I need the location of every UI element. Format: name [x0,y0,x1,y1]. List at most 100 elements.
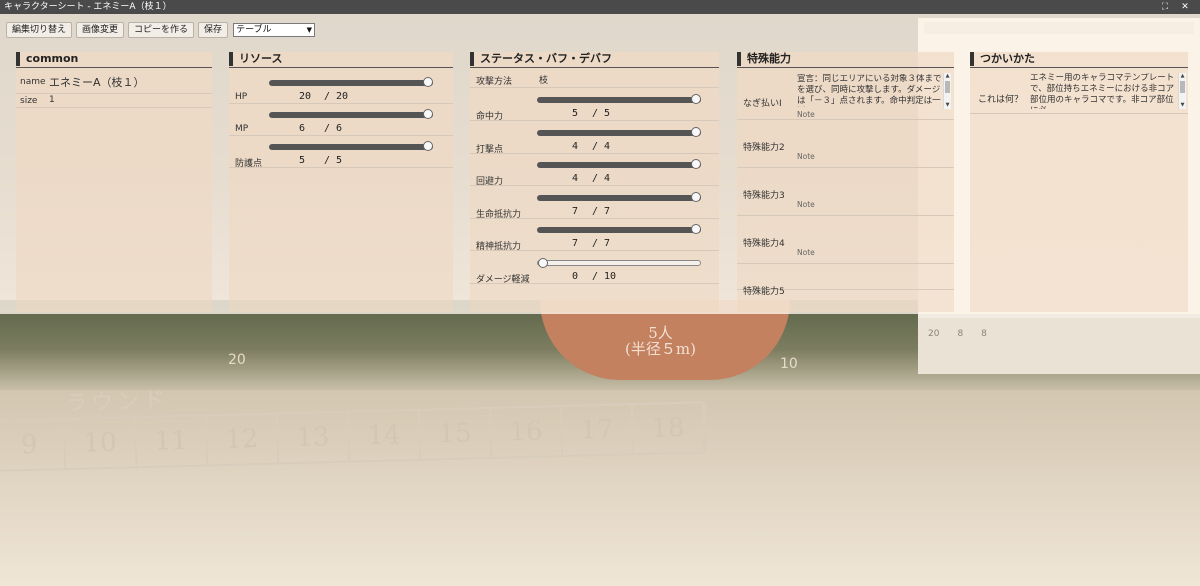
status-spirit-resist-slider[interactable] [537,224,701,234]
round-cell: 18 [632,403,706,454]
range-circle-label: 5人 (半径５m) [625,325,696,357]
status-damage-slider-knob[interactable] [691,126,701,137]
resource-mp-slider-knob[interactable] [423,109,433,119]
special-ability-text-1[interactable]: 宣言：同じエリアにいる対象３体までを選び、同時に攻撃します。ダメージは「－３」点… [797,74,943,107]
special-ability-label-1: なぎ払いⅠ [743,99,782,109]
name-value[interactable]: エネミーA（枝１） [49,74,145,90]
scroll-down-icon[interactable]: ▼ [1179,102,1186,109]
resource-hp-value[interactable]: 20 [299,91,311,102]
resource-section-title: リソース [229,52,453,68]
size-value[interactable]: 1 [49,95,55,105]
special-ability-section-title: 特殊能力 [737,52,954,68]
scroll-thumb[interactable] [945,81,950,93]
status-vitality-resist-separator: / [592,205,599,217]
round-cell: 10 [65,418,138,469]
round-cell: 11 [136,416,209,467]
status-section-title: ステータス・バフ・デバフ [470,52,719,68]
status-spirit-resist-slider-knob[interactable] [691,224,701,234]
chevron-down-icon: ▼ [306,26,313,34]
resource-hp-max[interactable]: 20 [336,91,348,102]
special-ability-label-5: 特殊能力5 [743,287,785,297]
status-vitality-resist-max[interactable]: 7 [604,206,610,217]
status-damage-reduction-slider[interactable] [537,257,701,268]
resource-hp-slider[interactable] [269,77,433,87]
common-section: common name エネミーA（枝１） size 1 [16,52,212,312]
status-damage-separator: / [592,140,599,152]
status-damage-reduction-slider-knob[interactable] [538,257,548,268]
save-button[interactable]: 保存 [198,22,229,38]
status-accuracy-row: 命中力 5 / 5 [470,89,719,122]
range-circle-count: 5人 [648,324,673,342]
maximize-icon[interactable]: ⛶ [1158,0,1172,14]
status-vitality-resist-row: 生命抵抗力 7 / 7 [470,187,719,220]
status-damage-value[interactable]: 4 [572,141,578,152]
resource-mp-value[interactable]: 6 [299,123,305,134]
status-spirit-resist-separator: / [592,238,599,249]
table-select[interactable]: テーブル ▼ [233,23,316,37]
status-spirit-resist-label: 精神抵抗力 [476,242,522,252]
resource-armor-row: 防護点 5 / 5 [229,136,453,169]
special-ability-label-3: 特殊能力3 [743,191,785,201]
size-row: size 1 [16,94,212,108]
resource-hp-row: HP 20 / 20 [229,72,453,104]
scroll-up-icon[interactable]: ▲ [1179,73,1186,80]
status-damage-reduction-separator: / [592,270,599,282]
special-ability-section: 特殊能力 なぎ払いⅠ 宣言：同じエリアにいる対象３体までを選び、同時に攻撃します。… [737,52,954,312]
status-spirit-resist-value[interactable]: 7 [572,238,578,249]
usage-scrollbar[interactable]: ▲ ▼ [1178,73,1186,109]
round-cell: 9 [0,420,67,470]
status-evasion-slider-knob[interactable] [691,159,701,169]
round-cell: 12 [206,414,280,465]
edit-toggle-button[interactable]: 編集切り替え [6,22,73,38]
make-copy-button[interactable]: コピーを作る [128,22,195,38]
status-accuracy-value[interactable]: 5 [572,108,578,119]
status-damage-reduction-max[interactable]: 10 [604,271,616,282]
scroll-up-icon[interactable]: ▲ [944,73,951,80]
title-bar: キャラクターシート - エネミーA（枝１） ⛶ ✕ [0,0,1200,14]
resource-armor-slider[interactable] [269,141,433,151]
status-spirit-resist-max[interactable]: 7 [604,238,610,249]
status-vitality-resist-value[interactable]: 7 [572,206,578,217]
status-evasion-value[interactable]: 4 [572,173,578,184]
special-ability-row-4: 特殊能力4 Note [737,216,954,264]
status-vitality-resist-slider[interactable] [537,191,701,202]
board-mark-20: 20 [228,352,246,368]
special-ability-scrollbar[interactable]: ▲ ▼ [943,73,951,109]
toolbar: 編集切り替え 画像変更 コピーを作る 保存 テーブル ▼ [6,22,316,38]
resource-mp-slider[interactable] [269,109,433,119]
usage-row: これは何？ エネミー用のキャラコマテンプレートで、部位持ちエネミーにおける非コア… [970,72,1188,114]
status-damage-row: 打撃点 4 / 4 [470,122,719,155]
status-accuracy-slider-knob[interactable] [691,94,701,104]
scroll-down-icon[interactable]: ▼ [944,102,951,109]
resource-armor-max[interactable]: 5 [336,155,342,166]
round-cell: 17 [561,405,635,456]
change-image-button[interactable]: 画像変更 [76,22,125,38]
special-ability-row-5: 特殊能力5 [737,264,954,297]
attack-method-value[interactable]: 枝 [539,73,548,86]
status-section: ステータス・バフ・デバフ 攻撃方法 枝 命中力 5 / 5 打撃点 4 / 4 回避力 4 / 4 生命… [470,52,719,312]
status-evasion-slider[interactable] [537,159,701,169]
status-damage-reduction-value[interactable]: 0 [572,271,578,282]
special-ability-label-2: 特殊能力2 [743,143,785,153]
status-evasion-row: 回避力 4 / 4 [470,154,719,187]
status-damage-slider[interactable] [537,126,701,137]
resource-hp-slider-knob[interactable] [423,77,433,87]
status-evasion-max[interactable]: 4 [604,173,610,184]
resource-armor-slider-knob[interactable] [423,141,433,151]
resource-mp-max[interactable]: 6 [336,123,342,134]
status-accuracy-max[interactable]: 5 [604,108,610,119]
board-mark-10: 10 [780,356,798,372]
round-cell: 15 [419,408,493,459]
status-damage-max[interactable]: 4 [604,141,610,152]
usage-text[interactable]: エネミー用のキャラコマテンプレートで、部位持ちエネミーにおける非コア部位用のキャ… [1030,73,1178,109]
resource-mp-row: MP 6 / 6 [229,104,453,136]
resource-armor-value[interactable]: 5 [299,155,305,166]
table-select-value: テーブル [236,25,272,35]
close-icon[interactable]: ✕ [1178,0,1192,14]
special-ability-note-3: Note [797,200,815,209]
character-sheet-window: 編集切り替え 画像変更 コピーを作る 保存 テーブル ▼ common name… [0,14,1200,314]
status-vitality-resist-slider-knob[interactable] [691,191,701,202]
scroll-thumb[interactable] [1180,81,1185,93]
status-accuracy-slider[interactable] [537,94,701,104]
size-label: size [20,96,38,106]
